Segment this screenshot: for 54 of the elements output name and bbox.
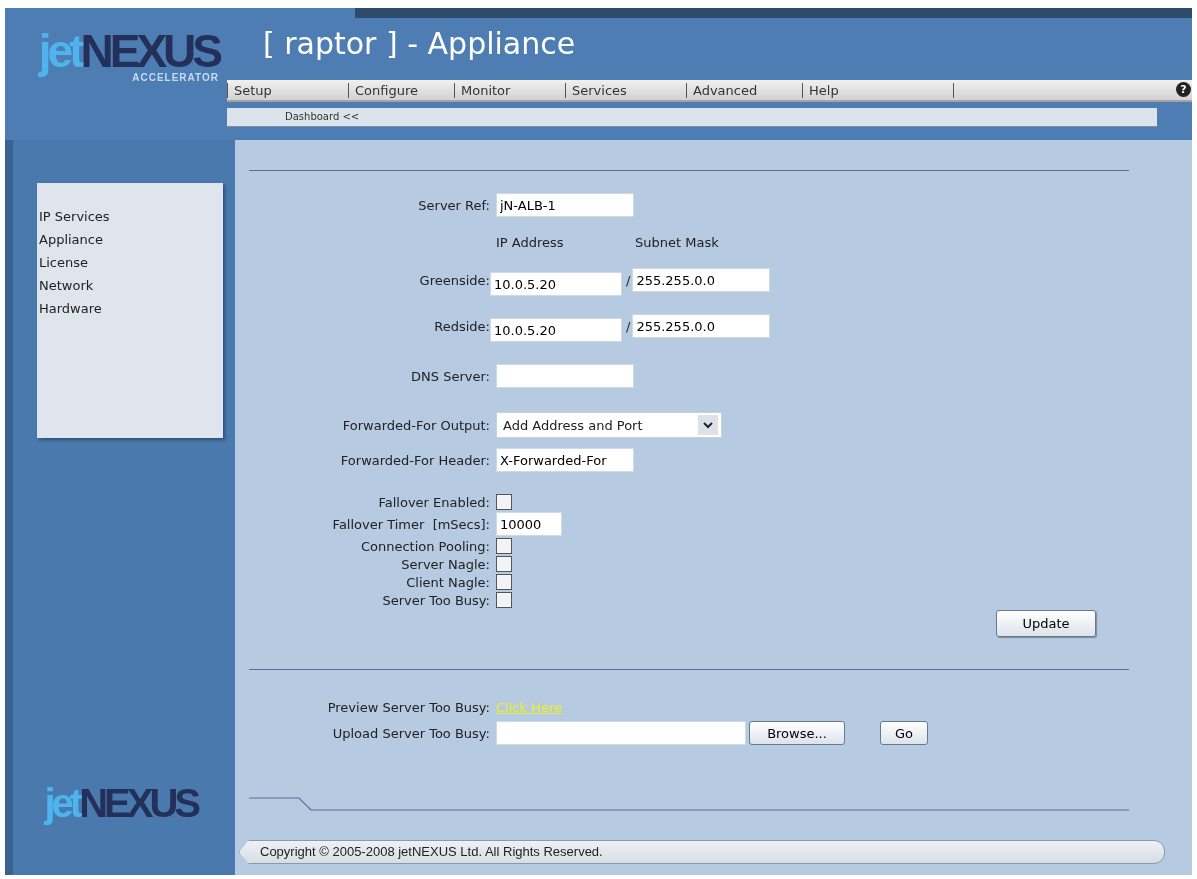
checkbox[interactable] [496, 592, 512, 608]
nav-item[interactable]: Network [37, 274, 223, 297]
upload-label: Upload Server Too Busy: [331, 725, 490, 741]
menu-tab[interactable]: Setup [227, 82, 334, 98]
ip-address-field[interactable]: 10.0.5.20 [490, 272, 622, 296]
text-field[interactable]: X-Forwarded-For [496, 448, 634, 472]
chevron-down-icon [703, 421, 713, 429]
checkbox[interactable] [496, 556, 512, 572]
slash: / [626, 318, 631, 334]
field-label: Greenside: [418, 272, 490, 288]
field-label: Connection Pooling: [359, 538, 490, 554]
go-button[interactable]: Go [880, 721, 928, 745]
menu-tab[interactable]: Configure [348, 82, 440, 98]
field-label: DNS Server: [410, 368, 490, 384]
upload-field[interactable] [496, 721, 746, 745]
menu-tab[interactable]: Help [802, 82, 899, 98]
checkbox[interactable] [496, 538, 512, 554]
browse-button[interactable]: Browse... [749, 721, 845, 745]
menu-tab[interactable]: Monitor [454, 82, 551, 98]
subnet-mask-field[interactable]: 255.255.0.0 [632, 314, 771, 338]
update-button[interactable]: Update [996, 610, 1096, 637]
text-field[interactable]: jN-ALB-1 [496, 193, 634, 217]
field-label: Server Ref: [417, 197, 490, 213]
field-label: Server Too Busy: [381, 592, 490, 608]
text-field[interactable] [496, 364, 634, 388]
field-label: Server Nagle: [400, 556, 490, 572]
subnet-mask-field[interactable]: 255.255.0.0 [632, 268, 771, 292]
slash: / [626, 272, 631, 288]
dropdown[interactable]: Add Address and Port [496, 412, 722, 438]
logo: jetNEXUS [44, 783, 197, 823]
copyright-text: Copyright © 2005-2008 jetNEXUS Ltd. All Rights Reserved. [260, 844, 603, 859]
menu-tab[interactable]: Services [565, 82, 672, 98]
ip-address-field[interactable]: 10.0.5.20 [490, 318, 622, 342]
nav-item[interactable]: Appliance [37, 228, 223, 251]
field-label: Fallover Timer [mSecs]: [331, 516, 490, 532]
field-label: Forwarded-For Header: [339, 452, 490, 468]
checkbox[interactable] [496, 574, 512, 590]
column-heading: Subnet Mask [635, 235, 719, 250]
nav-item[interactable]: Hardware [37, 297, 223, 320]
preview-label: Preview Server Too Busy: [326, 700, 490, 715]
field-label: Fallover Enabled: [377, 494, 490, 510]
help-button[interactable]: ? [1176, 82, 1191, 97]
logo-tagline: ACCELERATOR [132, 72, 219, 83]
field-label: Client Nagle: [405, 574, 490, 590]
column-heading: IP Address [496, 235, 565, 250]
text-field[interactable]: 10000 [496, 512, 562, 536]
checkbox[interactable] [496, 494, 512, 510]
menu-tab[interactable]: Advanced [686, 82, 788, 98]
breadcrumb-link[interactable]: Dashboard << [285, 111, 360, 122]
field-label: Redside: [433, 318, 490, 334]
nav-item[interactable]: License [37, 251, 223, 274]
page-title: [ raptor ] - Appliance [262, 25, 577, 63]
nav-item[interactable]: IP Services [37, 205, 223, 228]
field-label: Forwarded-For Output: [341, 417, 490, 433]
